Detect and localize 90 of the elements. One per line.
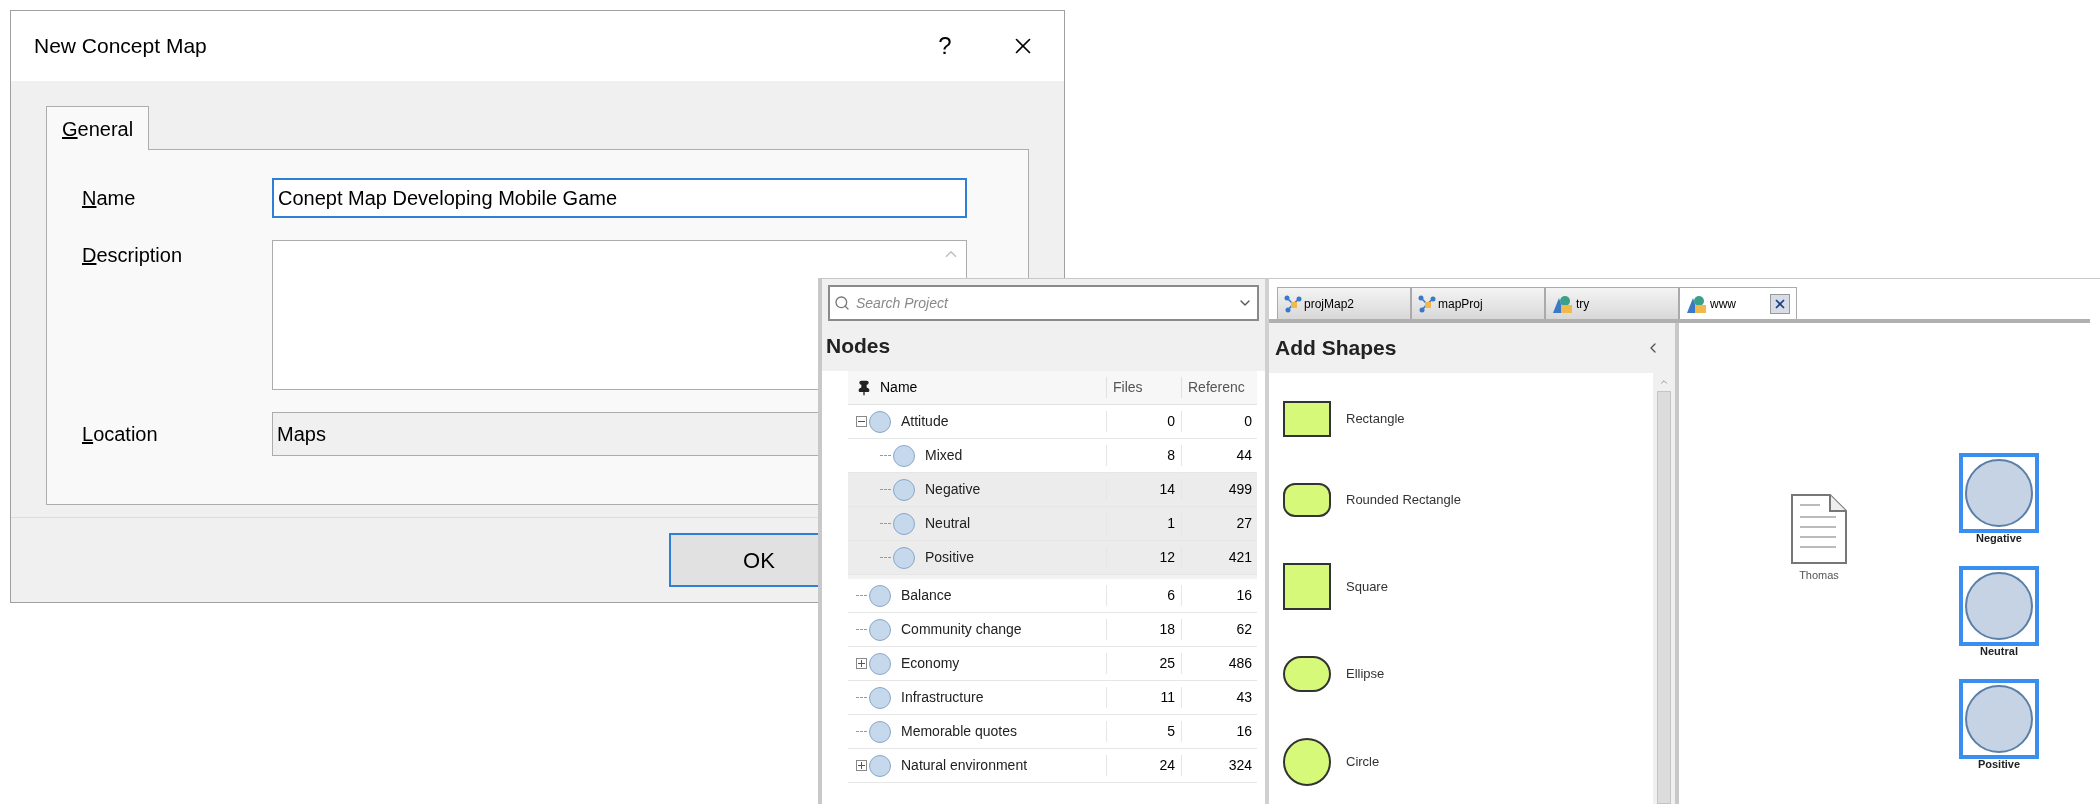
references-cell: 16 bbox=[1181, 721, 1256, 742]
node-icon bbox=[869, 584, 891, 607]
references-cell: 0 bbox=[1181, 411, 1256, 432]
tab[interactable]: General bbox=[46, 106, 150, 150]
tree-row[interactable]: Neutral 1 27 bbox=[848, 507, 1257, 541]
references-cell: 27 bbox=[1181, 513, 1256, 534]
shapes-icon bbox=[1686, 293, 1708, 314]
node-icon bbox=[869, 618, 891, 641]
node-name: Neutral bbox=[925, 514, 971, 533]
document-tab[interactable]: try bbox=[1545, 287, 1679, 319]
references-cell: 16 bbox=[1181, 585, 1256, 606]
search-bar[interactable]: Search Project bbox=[828, 285, 1259, 321]
scrollbar[interactable] bbox=[1653, 373, 1675, 804]
node-name: Attitude bbox=[901, 412, 949, 431]
files-cell: 8 bbox=[1106, 445, 1181, 466]
node-name: Positive bbox=[925, 548, 975, 567]
node-name: Infrastructure bbox=[901, 688, 984, 707]
panel-title: Add Shapes bbox=[1275, 335, 1398, 362]
node-name: Memorable quotes bbox=[901, 722, 1017, 741]
field-label: Location bbox=[81, 422, 159, 447]
search-icon bbox=[834, 295, 850, 311]
column-header[interactable]: Referenc bbox=[1181, 377, 1256, 398]
node-icon bbox=[893, 478, 915, 501]
node-name: Economy bbox=[901, 654, 960, 673]
field-label: Description bbox=[81, 243, 184, 268]
document-icon[interactable] bbox=[1790, 493, 1848, 565]
node-label: Neutral bbox=[1980, 646, 2018, 657]
files-cell: 1 bbox=[1106, 513, 1181, 534]
node-name: Balance bbox=[901, 586, 952, 605]
references-cell: 499 bbox=[1181, 479, 1256, 500]
shapes-icon bbox=[1552, 293, 1574, 314]
collapse-icon[interactable] bbox=[856, 416, 867, 427]
tree-row[interactable]: Negative 14 499 bbox=[848, 473, 1257, 507]
node-shape[interactable] bbox=[1959, 453, 2039, 533]
shape-item[interactable]: Square bbox=[1283, 563, 1653, 610]
document-label: Thomas bbox=[1799, 568, 1839, 583]
references-cell: 62 bbox=[1181, 619, 1256, 640]
shape-item[interactable]: Ellipse bbox=[1283, 656, 1653, 692]
references-cell: 44 bbox=[1181, 445, 1256, 466]
references-cell: 43 bbox=[1181, 687, 1256, 708]
node-icon bbox=[869, 754, 891, 777]
expand-icon[interactable] bbox=[856, 658, 867, 669]
node-name: Negative bbox=[925, 480, 981, 499]
window-title: New Concept Map bbox=[34, 33, 208, 60]
node-icon bbox=[869, 652, 891, 675]
references-cell: 486 bbox=[1181, 653, 1256, 674]
name-field[interactable]: Conept Map Developing Mobile Game bbox=[272, 178, 967, 218]
panel-title: Nodes bbox=[826, 333, 891, 360]
column-header[interactable]: Files bbox=[1106, 377, 1181, 398]
files-cell: 14 bbox=[1106, 479, 1181, 500]
square-icon bbox=[1283, 563, 1331, 610]
files-cell: 12 bbox=[1106, 547, 1181, 568]
document-tab[interactable]: mapProj bbox=[1411, 287, 1545, 319]
node-icon bbox=[893, 444, 915, 467]
tree-row[interactable]: Positive 12 421 bbox=[848, 541, 1257, 575]
node-icon bbox=[893, 546, 915, 569]
node-label: Positive bbox=[1977, 759, 2021, 770]
shape-item[interactable]: Rounded Rectangle bbox=[1283, 483, 1653, 517]
scroll-thumb[interactable] bbox=[1657, 391, 1671, 804]
column-header[interactable]: Name bbox=[880, 377, 1106, 398]
pin-icon[interactable] bbox=[856, 379, 872, 396]
references-cell: 421 bbox=[1181, 547, 1256, 568]
node-icon bbox=[893, 512, 915, 535]
files-cell: 25 bbox=[1106, 653, 1181, 674]
files-cell: 0 bbox=[1106, 411, 1181, 432]
field-label: Name bbox=[81, 186, 137, 211]
files-cell: 18 bbox=[1106, 619, 1181, 640]
rectangle-icon bbox=[1283, 401, 1331, 437]
files-cell: 24 bbox=[1106, 755, 1181, 776]
node-icon bbox=[869, 720, 891, 743]
document-tab[interactable]: www bbox=[1679, 287, 1797, 319]
node-shape[interactable] bbox=[1959, 679, 2039, 759]
files-cell: 11 bbox=[1106, 687, 1181, 708]
files-cell: 6 bbox=[1106, 585, 1181, 606]
shape-item[interactable]: Circle bbox=[1283, 738, 1653, 786]
network-icon bbox=[1284, 294, 1302, 313]
node-name: Natural environment bbox=[901, 756, 1028, 775]
references-cell: 324 bbox=[1181, 755, 1256, 776]
node-label: Negative bbox=[1976, 533, 2022, 544]
document-tab[interactable]: projMap2 bbox=[1277, 287, 1411, 319]
node-name: Community change bbox=[901, 620, 1022, 639]
files-cell: 5 bbox=[1106, 721, 1181, 742]
expand-icon[interactable] bbox=[856, 760, 867, 771]
node-icon bbox=[869, 410, 891, 433]
tab-close-button[interactable] bbox=[1770, 293, 1790, 314]
help-button[interactable]: ? bbox=[920, 28, 970, 64]
node-shape[interactable] bbox=[1959, 566, 2039, 646]
shape-item[interactable]: Rectangle bbox=[1283, 401, 1653, 437]
network-icon bbox=[1418, 294, 1436, 313]
node-icon bbox=[869, 686, 891, 709]
